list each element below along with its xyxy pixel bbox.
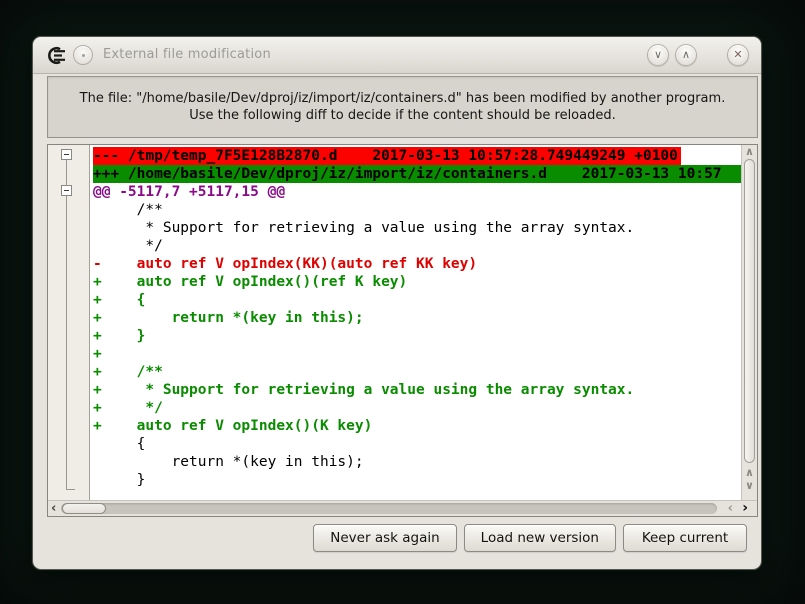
horizontal-scroll-thumb[interactable] bbox=[62, 503, 106, 514]
scroll-up-icon[interactable]: ∧ bbox=[742, 468, 757, 478]
window-title: External file modification bbox=[103, 47, 271, 62]
message-line-1: The file: "/home/basile/Dev/dproj/iz/imp… bbox=[80, 90, 726, 107]
diff-line: @@ -5117,7 +5117,15 @@ bbox=[93, 183, 741, 201]
diff-line: + return *(key in this); bbox=[93, 309, 741, 327]
fold-gutter bbox=[48, 145, 90, 500]
window-menu-button[interactable] bbox=[73, 45, 93, 65]
scroll-up-icon[interactable]: ∧ bbox=[742, 147, 757, 157]
shade-window-button[interactable]: ∨ bbox=[647, 44, 669, 66]
diff-line: { bbox=[93, 435, 741, 453]
dialog-button-row: Never ask again Load new version Keep cu… bbox=[313, 524, 747, 552]
scroll-down-icon[interactable]: ∨ bbox=[742, 481, 757, 491]
titlebar[interactable]: External file modification ∨ ∧ ✕ bbox=[33, 37, 761, 74]
fold-collapse-icon[interactable] bbox=[61, 185, 72, 196]
never-ask-again-button[interactable]: Never ask again bbox=[313, 524, 456, 552]
message-line-2: Use the following diff to decide if the … bbox=[189, 107, 616, 124]
diff-line: */ bbox=[93, 237, 741, 255]
vertical-scrollbar[interactable]: ∧ ∧ ∨ bbox=[741, 145, 757, 500]
coedit-app-icon bbox=[45, 46, 67, 65]
diff-text-area[interactable]: --- /tmp/temp_7F5E128B2870.d 2017-03-13 … bbox=[91, 145, 741, 500]
diff-line: --- /tmp/temp_7F5E128B2870.d 2017-03-13 … bbox=[93, 147, 741, 165]
scroll-left-icon[interactable]: ‹ bbox=[51, 501, 56, 516]
diff-line: + */ bbox=[93, 399, 741, 417]
horizontal-scroll-track[interactable] bbox=[61, 503, 717, 514]
load-new-version-button[interactable]: Load new version bbox=[464, 524, 616, 552]
scroll-right-icon[interactable]: › bbox=[742, 501, 748, 516]
diff-line: - auto ref V opIndex(KK)(auto ref KK key… bbox=[93, 255, 741, 273]
diff-line: + * Support for retrieving a value using… bbox=[93, 381, 741, 399]
unshade-window-button[interactable]: ∧ bbox=[675, 44, 697, 66]
diff-line: + auto ref V opIndex()(ref K key) bbox=[93, 273, 741, 291]
diff-view[interactable]: --- /tmp/temp_7F5E128B2870.d 2017-03-13 … bbox=[47, 144, 758, 517]
close-window-button[interactable]: ✕ bbox=[727, 44, 749, 66]
modification-message-panel: The file: "/home/basile/Dev/dproj/iz/imp… bbox=[47, 76, 758, 138]
diff-line: return *(key in this); bbox=[93, 453, 741, 471]
keep-current-button[interactable]: Keep current bbox=[623, 524, 747, 552]
diff-line: } bbox=[93, 471, 741, 489]
diff-line: + } bbox=[93, 327, 741, 345]
diff-line: + auto ref V opIndex()(K key) bbox=[93, 417, 741, 435]
vertical-scroll-thumb[interactable] bbox=[744, 159, 755, 463]
fold-collapse-icon[interactable] bbox=[61, 149, 72, 160]
diff-line: + bbox=[93, 345, 741, 363]
fold-connector-line bbox=[66, 160, 67, 490]
diff-line: + { bbox=[93, 291, 741, 309]
diff-line: * Support for retrieving a value using t… bbox=[93, 219, 741, 237]
external-file-modification-dialog: External file modification ∨ ∧ ✕ The fil… bbox=[32, 36, 762, 570]
horizontal-scrollbar[interactable]: ‹ ‹ › bbox=[48, 500, 757, 516]
diff-line: + /** bbox=[93, 363, 741, 381]
scroll-left-icon[interactable]: ‹ bbox=[728, 501, 733, 516]
diff-line: /** bbox=[93, 201, 741, 219]
diff-line: +++ /home/basile/Dev/dproj/iz/import/iz/… bbox=[93, 165, 741, 183]
